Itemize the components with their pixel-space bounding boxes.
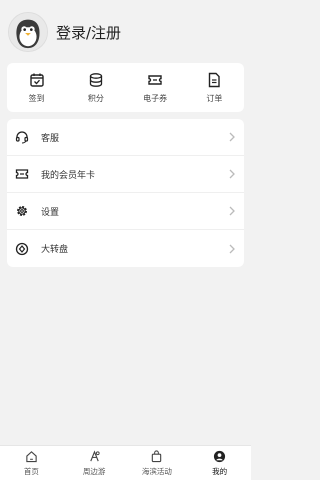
- ticket-icon: [148, 74, 162, 85]
- chevron-right-icon: [229, 169, 235, 179]
- menu-item-label: 我的会员年卡: [41, 170, 96, 181]
- login-register-link[interactable]: 登录/注册: [56, 22, 121, 43]
- quick-action-label: 订单: [206, 93, 223, 103]
- gear-icon: [17, 206, 27, 216]
- bag-icon: [152, 449, 162, 462]
- penguin-avatar-icon[interactable]: [8, 12, 48, 52]
- quick-action-label: 积分: [87, 93, 104, 103]
- menu-item-lucky-wheel[interactable]: 大转盘: [7, 230, 244, 267]
- tab-label: 海滨活动: [141, 466, 172, 476]
- quick-action-points[interactable]: 积分: [66, 63, 125, 112]
- tab-home[interactable]: 首页: [0, 446, 63, 480]
- menu-item-label: 设置: [41, 207, 60, 218]
- quick-action-checkin[interactable]: 签到: [7, 63, 66, 112]
- tab-label: 首页: [23, 466, 39, 476]
- tab-label: 我的: [212, 466, 228, 476]
- quick-action-label: 电子券: [143, 93, 168, 103]
- menu-item-member-card[interactable]: 我的会员年卡: [7, 156, 244, 193]
- quick-action-coupons[interactable]: 电子券: [126, 63, 185, 112]
- quick-action-label: 签到: [28, 93, 45, 103]
- menu-item-customer-service[interactable]: 客服: [7, 119, 244, 156]
- tab-seaside-activities[interactable]: 海滨活动: [126, 446, 189, 480]
- headset-icon: [15, 131, 29, 144]
- profile-icon: [214, 450, 226, 462]
- tab-nearby-tours[interactable]: 周边游: [63, 446, 126, 480]
- home-icon: [26, 450, 37, 462]
- menu-item-label: 客服: [41, 133, 60, 144]
- menu-item-settings[interactable]: 设置: [7, 193, 244, 230]
- member-card-icon: [15, 169, 29, 179]
- tab-label: 周边游: [82, 466, 106, 476]
- quick-actions-card: 签到 积分 电子券 订单: [7, 63, 244, 112]
- coin-stack-icon: [89, 72, 103, 87]
- wheel-icon: [15, 242, 29, 255]
- quick-action-orders[interactable]: 订单: [185, 63, 244, 112]
- profile-header[interactable]: 登录/注册: [0, 0, 251, 64]
- bottom-tab-bar: 首页 周边游 海滨活动 我的: [0, 445, 251, 480]
- chevron-right-icon: [229, 132, 235, 142]
- menu-card: 客服 我的会员年卡 设置 大转盘: [7, 119, 244, 267]
- calendar-check-icon: [29, 73, 44, 87]
- tour-icon: [89, 449, 100, 461]
- tab-mine[interactable]: 我的: [188, 446, 251, 480]
- menu-item-label: 大转盘: [41, 245, 69, 255]
- chevron-right-icon: [229, 244, 235, 253]
- document-icon: [209, 72, 221, 87]
- chevron-right-icon: [229, 206, 235, 216]
